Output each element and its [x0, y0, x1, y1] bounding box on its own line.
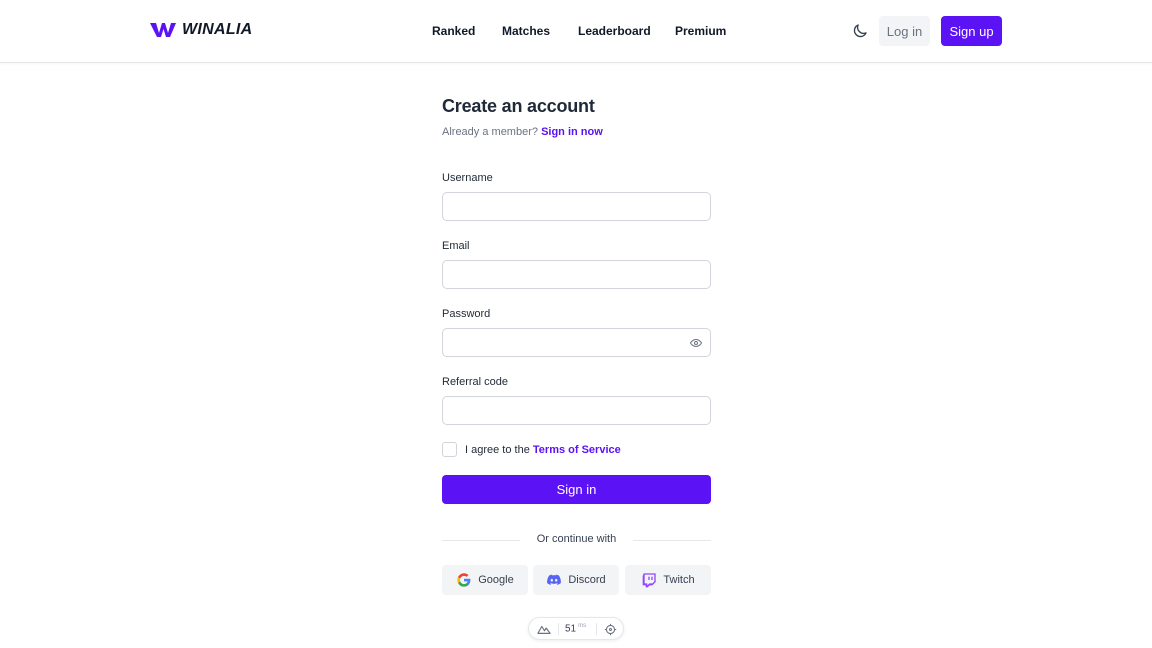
- nav-leaderboard[interactable]: Leaderboard: [578, 24, 651, 38]
- password-input[interactable]: [442, 328, 711, 357]
- ping-readout: 51 ms: [565, 623, 586, 634]
- status-pill: 51 ms: [528, 617, 624, 640]
- twitch-button[interactable]: Twitch: [625, 565, 711, 595]
- moon-icon[interactable]: [851, 22, 869, 40]
- nav-premium[interactable]: Premium: [675, 24, 726, 38]
- submit-button[interactable]: Sign in: [442, 475, 711, 504]
- password-field: [442, 328, 711, 357]
- divider-line-right: [633, 540, 711, 541]
- status-separator: [558, 623, 559, 635]
- referral-label: Referral code: [442, 376, 509, 388]
- agree-text: I agree to the Terms of Service: [465, 444, 621, 456]
- email-label: Email: [442, 240, 470, 252]
- twitch-icon: [643, 573, 657, 588]
- mountain-icon: [537, 625, 551, 634]
- signup-button[interactable]: Sign up: [941, 16, 1002, 46]
- brand-name: WINALIA: [182, 21, 253, 38]
- nav-matches[interactable]: Matches: [502, 24, 550, 38]
- terms-checkbox[interactable]: [442, 442, 457, 457]
- divider-text: Or continue with: [536, 533, 617, 545]
- discord-button[interactable]: Discord: [533, 565, 619, 595]
- google-label: Google: [478, 574, 514, 586]
- winalia-logo-icon: [150, 23, 176, 37]
- username-label: Username: [442, 172, 493, 184]
- brand-logo[interactable]: WINALIA: [150, 21, 253, 39]
- member-prompt: Already a member? Sign in now: [442, 126, 711, 138]
- login-button[interactable]: Log in: [879, 16, 930, 46]
- google-icon: [457, 573, 471, 587]
- social-divider: Or continue with: [442, 533, 711, 547]
- agree-prefix: I agree to the: [465, 443, 530, 456]
- member-prompt-text: Already a member?: [442, 126, 538, 138]
- password-label: Password: [442, 308, 491, 320]
- username-input[interactable]: [442, 192, 711, 221]
- signin-now-link[interactable]: Sign in now: [541, 126, 603, 138]
- google-button[interactable]: Google: [442, 565, 528, 595]
- status-separator: [596, 623, 597, 635]
- crosshair-icon[interactable]: [604, 623, 617, 636]
- eye-icon[interactable]: [690, 337, 702, 349]
- email-input[interactable]: [442, 260, 711, 289]
- signup-form: Create an account Already a member? Sign…: [442, 96, 711, 595]
- discord-label: Discord: [568, 574, 606, 586]
- terms-link[interactable]: Terms of Service: [533, 444, 621, 456]
- terms-agreement: I agree to the Terms of Service: [442, 442, 621, 457]
- discord-icon: [547, 574, 562, 585]
- ping-unit: ms: [578, 623, 587, 629]
- nav-ranked[interactable]: Ranked: [432, 24, 475, 38]
- referral-input[interactable]: [442, 396, 711, 425]
- twitch-label: Twitch: [663, 574, 695, 586]
- ping-value: 51: [565, 623, 577, 635]
- page-title: Create an account: [442, 96, 595, 116]
- social-buttons: Google Discord Twitch: [442, 565, 711, 595]
- top-header: WINALIA Ranked Matches Leaderboard Premi…: [0, 0, 1152, 63]
